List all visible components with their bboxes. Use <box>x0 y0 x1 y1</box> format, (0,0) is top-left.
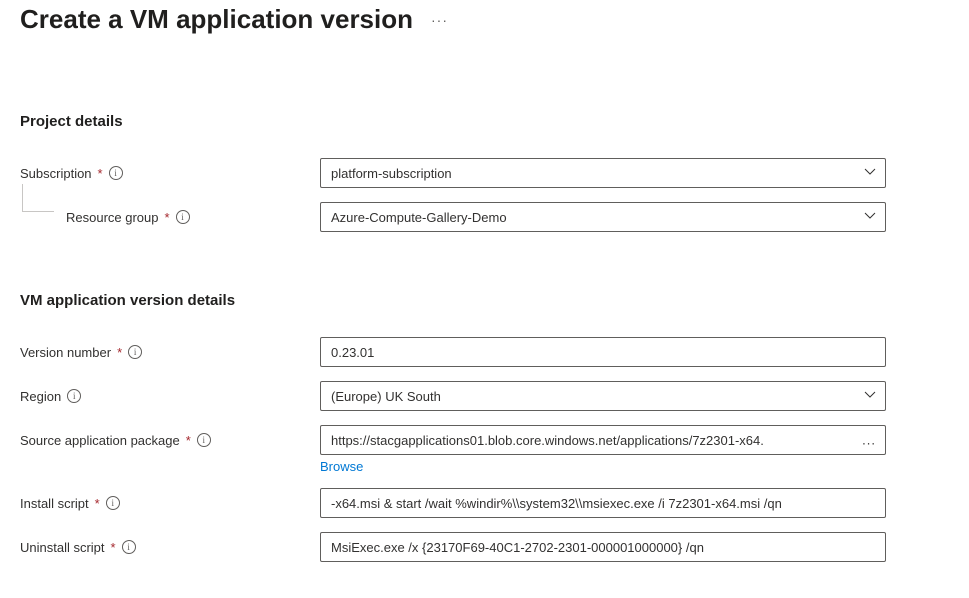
version-number-label: Version number <box>20 345 111 360</box>
required-asterisk: * <box>186 433 191 448</box>
resource-group-label: Resource group <box>66 210 159 225</box>
required-asterisk: * <box>95 496 100 511</box>
section-vm-app-version-details: VM application version details Version n… <box>20 292 949 562</box>
source-package-input[interactable]: https://stacgapplications01.blob.core.wi… <box>320 425 886 455</box>
section-project-details: Project details Subscription * i platfor… <box>20 113 949 232</box>
install-script-input[interactable] <box>320 488 886 518</box>
uninstall-script-label: Uninstall script <box>20 540 105 555</box>
uninstall-script-input[interactable] <box>320 532 886 562</box>
info-icon[interactable]: i <box>176 210 190 224</box>
browse-link[interactable]: Browse <box>320 459 363 474</box>
resource-group-select[interactable]: Azure-Compute-Gallery-Demo <box>320 202 886 232</box>
region-label: Region <box>20 389 61 404</box>
required-asterisk: * <box>98 166 103 181</box>
install-script-label: Install script <box>20 496 89 511</box>
region-value: (Europe) UK South <box>331 389 441 404</box>
source-package-label: Source application package <box>20 433 180 448</box>
source-package-value: https://stacgapplications01.blob.core.wi… <box>331 433 764 448</box>
subscription-label: Subscription <box>20 166 92 181</box>
subscription-select[interactable]: platform-subscription <box>320 158 886 188</box>
subscription-value: platform-subscription <box>331 166 452 181</box>
hierarchy-elbow <box>22 184 54 212</box>
info-icon[interactable]: i <box>106 496 120 510</box>
version-number-input[interactable] <box>320 337 886 367</box>
info-icon[interactable]: i <box>122 540 136 554</box>
page-title: Create a VM application version <box>20 4 413 35</box>
region-select[interactable]: (Europe) UK South <box>320 381 886 411</box>
required-asterisk: * <box>111 540 116 555</box>
vm-app-version-details-heading: VM application version details <box>20 292 949 309</box>
info-icon[interactable]: i <box>109 166 123 180</box>
required-asterisk: * <box>117 345 122 360</box>
project-details-heading: Project details <box>20 113 949 130</box>
info-icon[interactable]: i <box>128 345 142 359</box>
more-actions-icon[interactable]: ··· <box>431 13 448 27</box>
required-asterisk: * <box>165 210 170 225</box>
info-icon[interactable]: i <box>67 389 81 403</box>
resource-group-value: Azure-Compute-Gallery-Demo <box>331 210 507 225</box>
info-icon[interactable]: i <box>197 433 211 447</box>
